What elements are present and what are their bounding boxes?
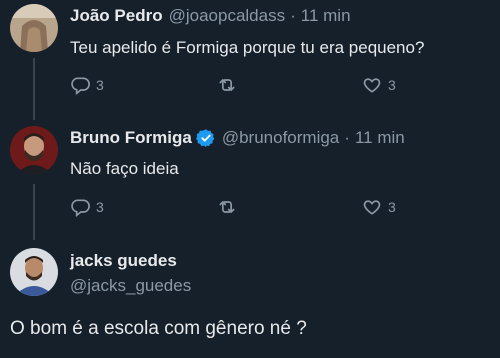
separator-dot: ·	[290, 6, 296, 25]
reply-count: 3	[96, 199, 104, 215]
tweet-text: Não faço ideia	[70, 159, 179, 178]
like-button[interactable]: 3	[362, 196, 396, 218]
heart-icon	[362, 75, 382, 95]
timestamp[interactable]: 11 min	[355, 128, 405, 148]
tweet-actions: 3 3	[70, 196, 410, 218]
retweet-icon	[216, 197, 238, 217]
like-count: 3	[388, 199, 396, 215]
retweet-icon	[216, 75, 238, 95]
separator-dot: ·	[344, 128, 350, 147]
reply-button[interactable]: 3	[70, 74, 104, 96]
thread-line	[33, 58, 35, 120]
heart-icon	[362, 197, 382, 217]
speech-bubble-icon	[70, 197, 90, 217]
author-name[interactable]: João Pedro	[70, 6, 163, 26]
retweet-button[interactable]	[216, 74, 238, 96]
author-name[interactable]: jacks guedes	[70, 251, 177, 271]
reply-button[interactable]: 3	[70, 196, 104, 218]
avatar[interactable]	[10, 248, 58, 296]
like-count: 3	[388, 77, 396, 93]
author-name[interactable]: Bruno Formiga	[70, 128, 192, 148]
retweet-button[interactable]	[216, 196, 238, 218]
reply-count: 3	[96, 77, 104, 93]
author-handle[interactable]: @jacks_guedes	[70, 276, 191, 296]
tweet-text: O bom é a escola com gênero né ?	[10, 318, 307, 339]
speech-bubble-icon	[70, 75, 90, 95]
avatar[interactable]	[10, 126, 58, 174]
thread-line	[33, 184, 35, 240]
tweet-text: Teu apelido é Formiga porque tu era pequ…	[70, 38, 425, 57]
timestamp[interactable]: 11 min	[301, 6, 351, 26]
like-button[interactable]: 3	[362, 74, 396, 96]
author-handle[interactable]: @joaopcaldass	[169, 6, 286, 26]
author-handle[interactable]: @brunoformiga	[222, 128, 339, 148]
avatar[interactable]	[10, 4, 58, 52]
thread-view: João Pedro @joaopcaldass · 11 min Teu ap…	[0, 0, 500, 358]
tweet-actions: 3 3	[70, 74, 410, 96]
verified-badge-icon	[195, 128, 216, 148]
